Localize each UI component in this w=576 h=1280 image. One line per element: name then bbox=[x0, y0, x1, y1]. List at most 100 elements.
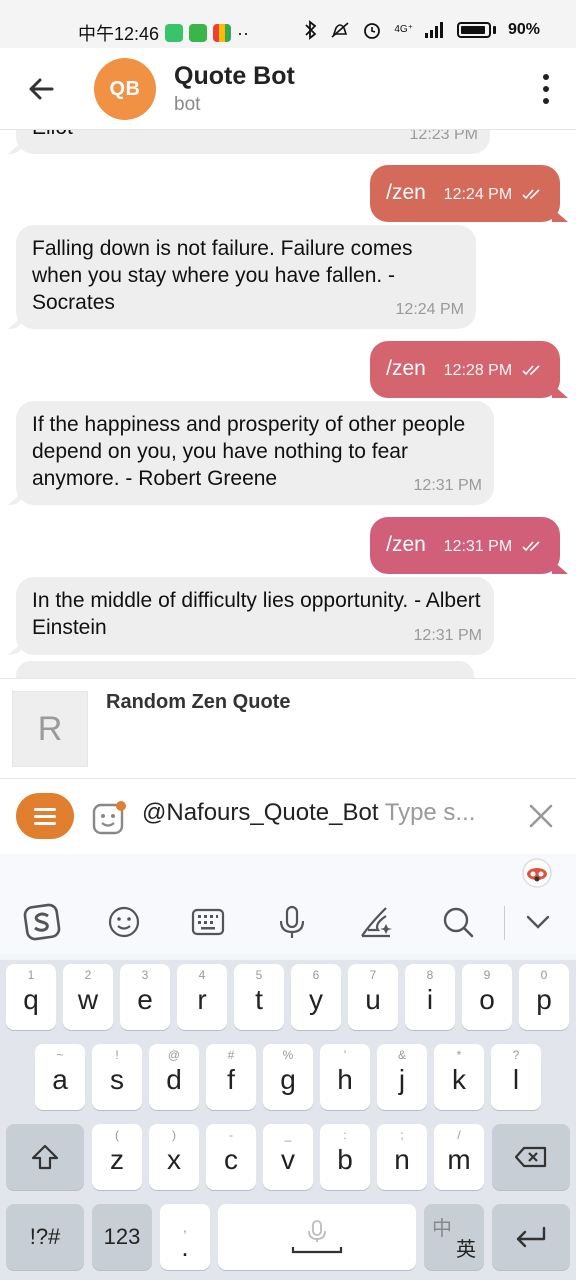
more-notifications-icon: ·· bbox=[237, 22, 250, 43]
battery-icon bbox=[456, 22, 491, 38]
space-mic-icon bbox=[291, 1220, 343, 1254]
message-time: 12:31 PM bbox=[413, 477, 482, 494]
search-icon[interactable] bbox=[438, 902, 478, 942]
sticker-icon[interactable] bbox=[92, 801, 126, 835]
battery-tip bbox=[492, 26, 496, 34]
message-time: 12:31 PM bbox=[413, 627, 482, 644]
enter-icon bbox=[516, 1226, 546, 1248]
chevron-down-icon[interactable] bbox=[518, 902, 558, 942]
emoji-icon[interactable] bbox=[104, 902, 144, 942]
key-r[interactable]: 4r bbox=[177, 964, 227, 1030]
key-h[interactable]: ' h bbox=[320, 1044, 370, 1110]
result-title: Random Zen Quote bbox=[106, 691, 291, 713]
message-outgoing[interactable]: /zen 12:24 PM bbox=[370, 165, 560, 222]
key-y[interactable]: 6y bbox=[291, 964, 341, 1030]
keyboard-toolbar bbox=[0, 854, 576, 954]
key-q[interactable]: 1q bbox=[6, 964, 56, 1030]
key-v[interactable]: _ v bbox=[263, 1124, 313, 1190]
sogou-logo-icon[interactable] bbox=[22, 902, 62, 942]
message-incoming[interactable]: If the happiness and prosperity of other… bbox=[16, 401, 494, 505]
more-options-icon[interactable] bbox=[542, 74, 550, 104]
chat-title[interactable]: Quote Bot bbox=[174, 62, 295, 91]
message-time: 12:24 PM bbox=[443, 186, 513, 203]
message-outgoing[interactable]: /zen 12:31 PM bbox=[370, 517, 560, 574]
message-time: 12:31 PM bbox=[443, 538, 513, 555]
key-f[interactable]: # f bbox=[206, 1044, 256, 1110]
key-z[interactable]: (z bbox=[92, 1124, 142, 1190]
backspace-icon bbox=[514, 1146, 547, 1168]
message-time: 12:28 PM bbox=[443, 362, 513, 379]
bluetooth-icon bbox=[305, 20, 317, 40]
input-placeholder: Type s... bbox=[384, 799, 476, 826]
message-text: /zen bbox=[386, 533, 426, 556]
message-incoming[interactable]: Falling down is not failure. Failure com… bbox=[16, 225, 476, 329]
keyboard-keys: 1q 2w 3e 4r 5t 6y 7u 8i 9o 0p ~ a ! s @ d #… bbox=[0, 960, 576, 1280]
key-g[interactable]: % g bbox=[263, 1044, 313, 1110]
message-incoming[interactable]: Eliot 12:23 PM bbox=[16, 130, 490, 154]
key-e[interactable]: 3e bbox=[120, 964, 170, 1030]
key-p[interactable]: 0p bbox=[519, 964, 569, 1030]
key-l[interactable]: ? l bbox=[491, 1044, 541, 1110]
message-incoming[interactable]: In the middle of difficulty lies opportu… bbox=[16, 577, 494, 655]
symbols-key[interactable]: !?# bbox=[6, 1204, 84, 1270]
microphone-icon[interactable] bbox=[272, 902, 312, 942]
key-i[interactable]: 8i bbox=[405, 964, 455, 1030]
key-o[interactable]: 9o bbox=[462, 964, 512, 1030]
handwriting-icon[interactable] bbox=[356, 902, 396, 942]
read-receipt-icon bbox=[522, 365, 540, 376]
enter-key[interactable] bbox=[492, 1204, 570, 1270]
shift-key[interactable] bbox=[6, 1124, 84, 1190]
message-text: Eliot bbox=[32, 130, 474, 141]
inline-result[interactable]: R Random Zen Quote bbox=[0, 678, 576, 778]
message-text: /zen bbox=[386, 181, 426, 204]
key-s[interactable]: ! s bbox=[92, 1044, 142, 1110]
message-text: /zen bbox=[386, 357, 426, 380]
status-right: 4G⁺ 90% bbox=[304, 20, 540, 40]
key-x[interactable]: ) x bbox=[149, 1124, 199, 1190]
key-k[interactable]: * k bbox=[434, 1044, 484, 1110]
keyboard-tools bbox=[0, 902, 576, 948]
avatar[interactable]: QB bbox=[94, 58, 156, 120]
alarm-icon bbox=[364, 23, 381, 39]
back-arrow-icon[interactable] bbox=[26, 74, 56, 104]
close-icon[interactable] bbox=[528, 803, 554, 829]
language-switch-key[interactable]: 中 英 bbox=[424, 1204, 484, 1270]
status-time: 中午12:46 bbox=[78, 24, 160, 44]
keyboard-mascot-icon[interactable] bbox=[520, 856, 554, 890]
key-d[interactable]: @ d bbox=[149, 1044, 199, 1110]
wechat-icon bbox=[189, 24, 208, 42]
message-time: 12:23 PM bbox=[409, 130, 478, 143]
bot-menu-button[interactable] bbox=[16, 793, 74, 839]
message-incoming-partial bbox=[16, 661, 474, 678]
input-value: @Nafours_Quote_Bot bbox=[142, 799, 379, 826]
key-a[interactable]: ~ a bbox=[35, 1044, 85, 1110]
key-j[interactable]: & j bbox=[377, 1044, 427, 1110]
key-t[interactable]: 5t bbox=[234, 964, 284, 1030]
key-w[interactable]: 2w bbox=[63, 964, 113, 1030]
app-notification-icon bbox=[165, 24, 184, 42]
message-outgoing[interactable]: /zen 12:28 PM bbox=[370, 341, 560, 398]
key-c[interactable]: -c bbox=[206, 1124, 256, 1190]
keyboard-layout-icon[interactable] bbox=[188, 902, 228, 942]
space-key[interactable] bbox=[218, 1204, 416, 1270]
key-u[interactable]: 7u bbox=[348, 964, 398, 1030]
shift-arrow-icon bbox=[31, 1144, 59, 1170]
result-thumbnail: R bbox=[12, 691, 88, 767]
message-input[interactable]: @Nafours_Quote_Bot Type s... bbox=[142, 799, 502, 835]
key-n[interactable]: ; n bbox=[377, 1124, 427, 1190]
status-bar: 中午12:46 ·· 4G⁺ 90% bbox=[0, 0, 576, 48]
key-b[interactable]: :b bbox=[320, 1124, 370, 1190]
numbers-key[interactable]: 123 bbox=[92, 1204, 152, 1270]
toolbar-divider bbox=[504, 906, 505, 940]
chat-header: QB Quote Bot bot bbox=[0, 48, 576, 130]
message-list[interactable]: Eliot 12:23 PM /zen 12:24 PM Falling dow… bbox=[0, 130, 576, 678]
message-text: Falling down is not failure. Failure com… bbox=[32, 237, 413, 314]
network-type: 4G⁺ bbox=[394, 24, 413, 35]
chat-subtitle: bot bbox=[174, 94, 201, 115]
read-receipt-icon bbox=[522, 189, 540, 200]
backspace-key[interactable] bbox=[492, 1124, 570, 1190]
composer: @Nafours_Quote_Bot Type s... bbox=[0, 778, 576, 854]
key-m[interactable]: / m bbox=[434, 1124, 484, 1190]
punctuation-key[interactable]: , . bbox=[160, 1204, 210, 1270]
signal-icon bbox=[424, 22, 443, 38]
